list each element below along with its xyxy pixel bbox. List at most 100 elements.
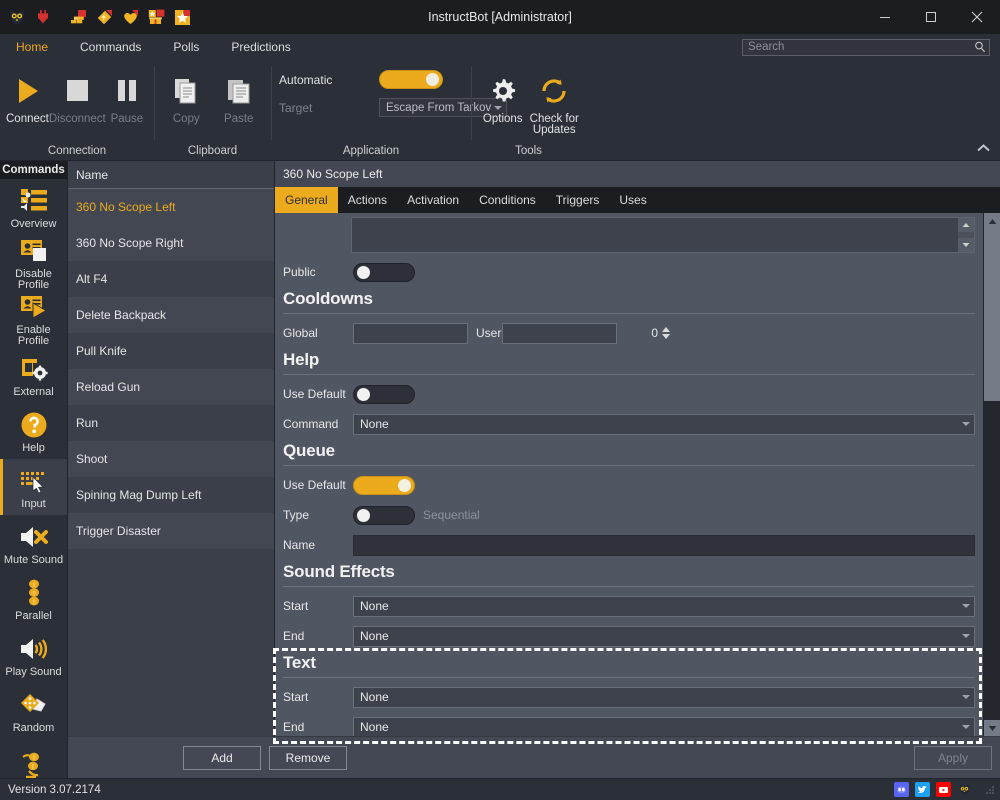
check-updates-button[interactable]: Check for Updates (529, 66, 581, 136)
tab-conditions[interactable]: Conditions (469, 187, 546, 213)
owl-logo-icon[interactable] (957, 782, 972, 797)
list-item[interactable]: Run (68, 405, 274, 441)
ribbon-tab-home[interactable]: Home (0, 34, 64, 60)
gold-bars-icon[interactable] (65, 4, 91, 30)
cooldown-user-stepper[interactable] (502, 322, 670, 344)
search-box[interactable] (742, 38, 990, 56)
rail-item-help[interactable]: Help (0, 403, 67, 459)
minimize-button[interactable] (862, 0, 908, 34)
list-item[interactable]: 360 No Scope Right (68, 225, 274, 261)
discord-icon[interactable] (894, 782, 909, 797)
rail-item-disable-profile-label: Disable Profile (15, 268, 52, 291)
close-button[interactable] (954, 0, 1000, 34)
paste-button[interactable]: Paste (213, 66, 266, 125)
scroll-down-icon[interactable] (984, 720, 1000, 736)
quick-access-toolbar (0, 0, 195, 34)
ribbon-tab-predictions[interactable]: Predictions (215, 34, 306, 60)
scroll-up-icon[interactable] (958, 218, 974, 232)
list-item[interactable]: Reload Gun (68, 369, 274, 405)
list-item[interactable]: Pull Knife (68, 333, 274, 369)
remove-button[interactable]: Remove (269, 745, 347, 770)
parallel-coins-icon: ! ! ! (22, 577, 46, 609)
list-item[interactable]: Spining Mag Dump Left (68, 477, 274, 513)
text-divider (283, 677, 975, 678)
description-field[interactable] (351, 217, 975, 253)
list-item[interactable]: Shoot (68, 441, 274, 477)
search-input[interactable] (743, 41, 971, 53)
owl-logo-icon[interactable] (4, 4, 30, 30)
lightning-tag-icon[interactable] (91, 4, 117, 30)
rail-item-external[interactable]: External (0, 347, 67, 403)
description-scrollbar[interactable] (958, 218, 974, 252)
public-toggle[interactable] (353, 262, 415, 282)
queue-name-input[interactable] (353, 534, 975, 556)
rail-item-overview[interactable]: Overview (0, 179, 67, 235)
rail-item-random-label: Random (12, 721, 55, 734)
list-item[interactable]: Alt F4 (68, 261, 274, 297)
sound-start-select[interactable]: None (353, 595, 975, 617)
add-button[interactable]: Add (183, 745, 261, 770)
options-button[interactable]: Options (477, 66, 529, 125)
queue-use-default-toggle[interactable] (353, 475, 415, 495)
queue-divider (283, 465, 975, 466)
resize-grip-icon[interactable] (984, 784, 996, 796)
rail-item-play-sound[interactable]: Play Sound (0, 627, 67, 683)
star-icon[interactable] (169, 4, 195, 30)
gift-star-icon[interactable] (143, 4, 169, 30)
paste-label: Paste (224, 113, 254, 125)
rail-item-help-label: Help (22, 441, 45, 454)
sound-start-label: Start (283, 599, 309, 613)
chevron-down-icon (962, 604, 970, 608)
connect-button[interactable]: Connect (6, 66, 49, 125)
queue-type-toggle[interactable] (353, 505, 415, 525)
plug-icon[interactable] (30, 4, 56, 30)
cooldown-global-input[interactable] (354, 326, 513, 340)
stepper-arrows[interactable] (662, 324, 670, 343)
rail-item-parallel[interactable]: ! ! ! Parallel (0, 571, 67, 627)
list-item[interactable]: Delete Backpack (68, 297, 274, 333)
scroll-down-icon[interactable] (958, 238, 974, 252)
tab-activation[interactable]: Activation (397, 187, 469, 213)
disconnect-button[interactable]: Disconnect (49, 66, 106, 125)
help-use-default-toggle[interactable] (353, 384, 415, 404)
help-command-select[interactable]: None (353, 413, 975, 435)
ribbon-tab-commands[interactable]: Commands (64, 34, 157, 60)
text-end-select[interactable]: None (353, 716, 975, 736)
twitter-icon[interactable] (915, 782, 930, 797)
scroll-track[interactable] (984, 229, 1000, 720)
scroll-up-icon[interactable] (984, 213, 1000, 229)
heart-icon[interactable] (117, 4, 143, 30)
tab-triggers[interactable]: Triggers (546, 187, 610, 213)
cooldown-user-input[interactable] (503, 326, 662, 340)
rail-item-random[interactable]: Random (0, 683, 67, 739)
sound-end-select[interactable]: None (353, 625, 975, 647)
ribbon-tab-polls[interactable]: Polls (157, 34, 215, 60)
chevron-up-icon[interactable] (974, 140, 992, 156)
scroll-thumb[interactable] (984, 229, 1000, 401)
sound-start-value: None (360, 599, 389, 613)
cooldown-global-stepper[interactable] (353, 322, 521, 344)
automatic-label: Automatic (279, 72, 333, 87)
copy-button[interactable]: Copy (160, 66, 213, 125)
maximize-button[interactable] (908, 0, 954, 34)
tab-actions[interactable]: Actions (338, 187, 397, 213)
list-item[interactable]: 360 No Scope Left (68, 189, 274, 225)
tab-uses[interactable]: Uses (609, 187, 656, 213)
command-list-body[interactable]: 360 No Scope Left 360 No Scope Right Alt… (68, 189, 274, 736)
automatic-toggle[interactable] (379, 70, 443, 89)
help-heading: Help (283, 350, 320, 369)
search-icon[interactable] (971, 41, 989, 53)
pause-button[interactable]: Pause (106, 66, 148, 125)
list-item[interactable]: Trigger Disaster (68, 513, 274, 549)
youtube-icon[interactable] (936, 782, 951, 797)
form-scrollbar[interactable] (983, 213, 1000, 736)
apply-button[interactable]: Apply (914, 745, 992, 770)
dice-icon (19, 689, 49, 721)
rail-item-disable-profile[interactable]: Disable Profile (0, 235, 67, 291)
rail-item-enable-profile[interactable]: Enable Profile (0, 291, 67, 347)
rail-item-mute-sound[interactable]: Mute Sound (0, 515, 67, 571)
rail-item-input[interactable]: Input (0, 459, 67, 515)
text-start-select[interactable]: None (353, 686, 975, 708)
tab-general[interactable]: General (275, 187, 338, 213)
rail-item-partial[interactable]: ! ! (0, 739, 67, 778)
